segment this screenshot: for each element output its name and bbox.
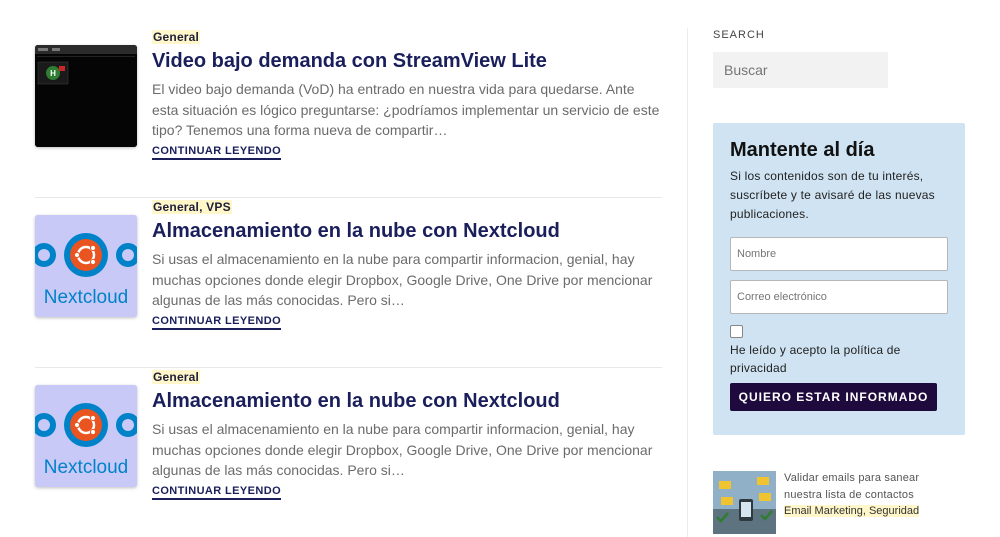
post-title[interactable]: Video bajo demanda con StreamView Lite <box>152 48 662 74</box>
related-post-title[interactable]: Validar emails para sanear nuestra lista… <box>784 470 944 503</box>
post-excerpt: Si usas el almacenamiento en la nube par… <box>152 251 653 308</box>
related-category-link[interactable]: Email Marketing, Seguridad <box>784 505 920 517</box>
category-link[interactable]: General <box>152 370 201 384</box>
post-thumbnail-nextcloud[interactable]: Nextcloud <box>35 385 137 487</box>
post-title[interactable]: Almacenamiento en la nube con Nextcloud <box>152 218 662 244</box>
post-list: H General Video bajo demanda con StreamV… <box>35 28 662 537</box>
related-post-thumbnail[interactable] <box>713 471 776 534</box>
email-validation-image-icon <box>713 471 776 534</box>
post-thumbnail-nextcloud[interactable]: Nextcloud <box>35 215 137 317</box>
category-link[interactable]: General <box>152 30 201 44</box>
privacy-checkbox[interactable] <box>730 325 743 338</box>
read-more-link[interactable]: CONTINUAR LEYENDO <box>152 145 282 160</box>
post-categories[interactable]: General, VPS <box>152 199 662 216</box>
read-more-link[interactable]: CONTINUAR LEYENDO <box>152 315 282 330</box>
newsletter-title: Mantente al día <box>730 139 875 161</box>
post-categories[interactable]: General <box>152 369 662 386</box>
column-divider <box>687 28 688 537</box>
post-excerpt: El video bajo demanda (VoD) ha entrado e… <box>152 81 660 138</box>
post-title[interactable]: Almacenamiento en la nube con Nextcloud <box>152 388 662 414</box>
newsletter-box: Mantente al día Si los contenidos son de… <box>713 123 965 435</box>
post-item: Nextcloud General Almacenamiento en la n… <box>35 368 662 537</box>
category-link[interactable]: General, VPS <box>152 200 232 214</box>
svg-text:H: H <box>50 69 56 78</box>
privacy-consent: He leído y acepto la política de privaci… <box>730 341 948 377</box>
post-item: H General Video bajo demanda con StreamV… <box>35 28 662 198</box>
newsletter-description: Si los contenidos son de tu interés, sus… <box>730 169 935 221</box>
post-body: General, VPS Almacenamiento en la nube c… <box>152 198 662 330</box>
streamview-screenshot-icon: H <box>35 45 137 147</box>
related-post-categories[interactable]: Email Marketing, Seguridad <box>784 503 920 519</box>
post-item: Nextcloud General, VPS Almacenamiento en… <box>35 198 662 368</box>
consent-text: He leído y acepto la <box>730 343 844 357</box>
post-thumbnail-streamview[interactable]: H <box>35 45 137 147</box>
post-body: General Almacenamiento en la nube con Ne… <box>152 368 662 500</box>
nextcloud-logo-text: Nextcloud <box>44 287 129 308</box>
read-more-link[interactable]: CONTINUAR LEYENDO <box>152 485 282 500</box>
related-post: Validar emails para sanear nuestra lista… <box>713 470 965 536</box>
post-categories[interactable]: General <box>152 29 662 46</box>
post-body: General Video bajo demanda con StreamVie… <box>152 28 662 160</box>
search-input[interactable] <box>713 52 888 88</box>
nextcloud-logo-icon: Nextcloud <box>35 385 137 487</box>
email-field[interactable] <box>730 280 948 314</box>
name-field[interactable] <box>730 237 948 271</box>
post-excerpt: Si usas el almacenamiento en la nube par… <box>152 421 653 478</box>
nextcloud-logo-text: Nextcloud <box>44 457 129 478</box>
nextcloud-logo-icon: Nextcloud <box>35 215 137 317</box>
subscribe-button[interactable]: QUIERO ESTAR INFORMADO <box>730 383 937 411</box>
search-label: SEARCH <box>713 29 765 41</box>
